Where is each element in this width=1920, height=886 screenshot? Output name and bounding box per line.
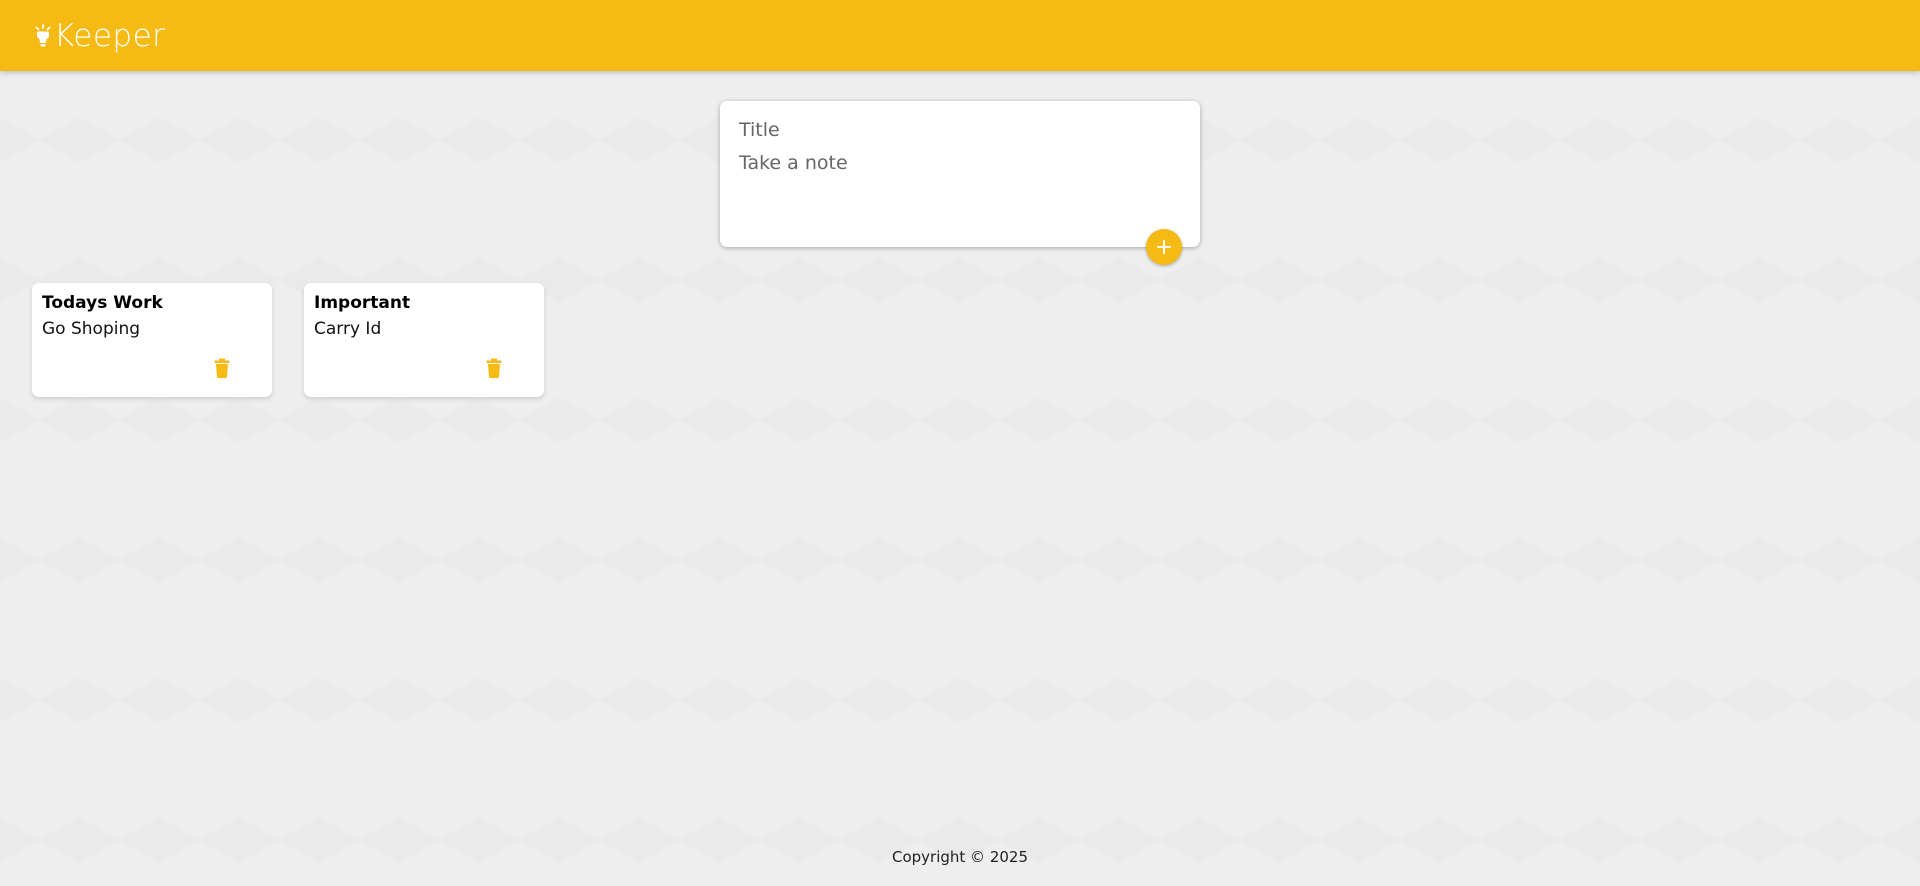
app-logo: Keeper [34,18,165,54]
note-title: Important [314,293,411,313]
note-title-input[interactable] [739,119,1181,141]
app-title: Keeper [54,17,166,54]
trash-icon [486,358,502,378]
lightbulb-icon [35,23,51,46]
note-content: Go Shoping [42,319,141,339]
plus-icon [1157,240,1171,254]
note-content: Carry Id [314,319,382,339]
app-footer: Copyright © 2025 [0,848,1920,866]
trash-icon [214,358,230,378]
note-content-input[interactable] [739,152,1181,212]
app-header: Keeper [0,0,1920,71]
note-card: Todays Work Go Shoping [32,283,272,397]
note-title: Todays Work [42,293,163,313]
note-card: Important Carry Id [304,283,544,397]
delete-note-button[interactable] [212,356,232,380]
add-note-button[interactable] [1146,229,1182,265]
create-note-form [720,101,1200,265]
copyright-text: Copyright © 2025 [891,848,1028,866]
delete-note-button[interactable] [484,356,504,380]
